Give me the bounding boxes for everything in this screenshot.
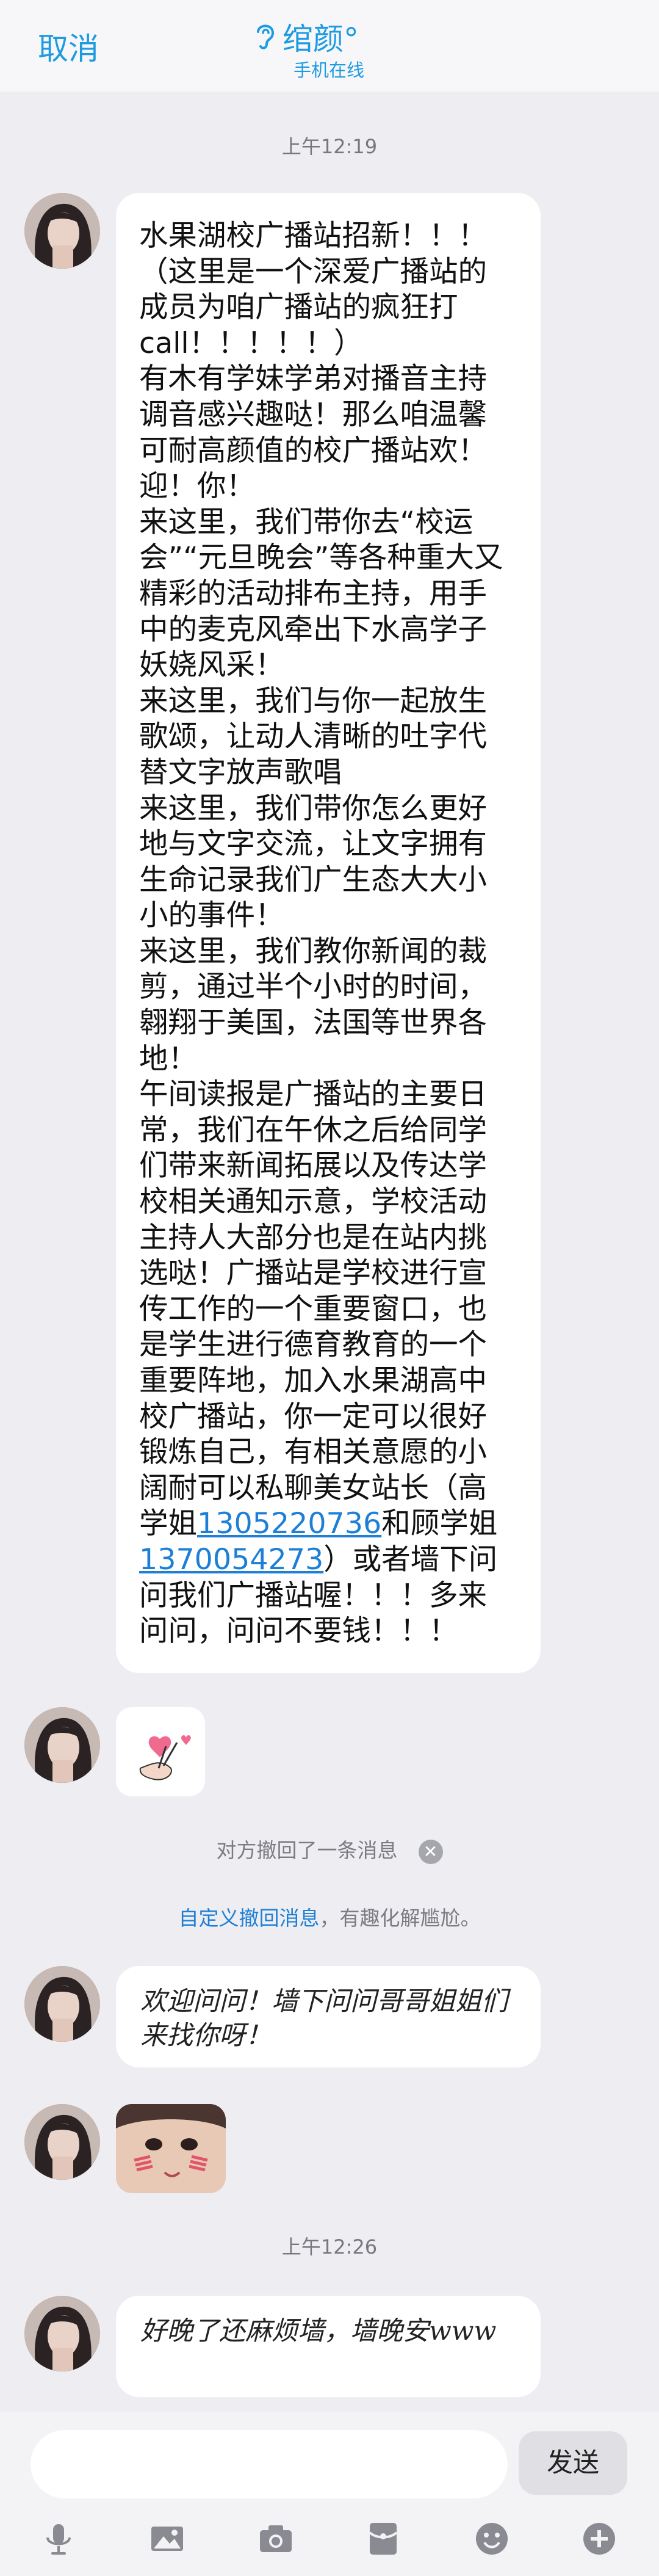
message-line: 来这里，我们与你一起放生 — [139, 684, 487, 718]
message-bubble-recruitment[interactable]: 水果湖校广播站招新！！！ （这里是一个深爱广播站的 成员为咱广播站的疯狂打 ca… — [116, 193, 541, 1673]
avatar[interactable] — [24, 2296, 100, 2371]
contact-status: 手机在线 — [293, 60, 365, 81]
avatar[interactable] — [24, 2104, 100, 2180]
message-line: （这里是一个深爱广播站的 — [139, 255, 487, 289]
message-line: 是学生进行德育教育的一个 — [139, 1328, 487, 1362]
contact-name: 绾颜° — [283, 21, 359, 57]
message-bubble-late[interactable]: 好晚了还麻烦墙，墙晚安www — [116, 2296, 541, 2397]
close-icon[interactable]: ✕ — [418, 1839, 443, 1864]
message-line: 来这里，我们带你去“校运 — [139, 505, 474, 539]
message-line: 小的事件！ — [139, 899, 284, 933]
message-line: 调音感兴趣哒！那么咱温馨 — [139, 397, 487, 432]
custom-recall-link[interactable]: 自定义撤回消息 — [179, 1906, 320, 1930]
message-line: 来这里，我们教你新闻的裁 — [139, 934, 487, 968]
input-bar: 发送 — [0, 2412, 659, 2576]
message-line: 成员为咱广播站的疯狂打 — [139, 291, 458, 325]
mic-icon[interactable] — [40, 2520, 77, 2557]
message-line: 校相关通知示意，学校活动 — [139, 1185, 487, 1219]
avatar[interactable] — [24, 193, 100, 269]
message-line: 常，我们在午休之后给同学 — [139, 1113, 487, 1147]
avatar-portrait-icon — [24, 1707, 100, 1783]
message-input[interactable] — [31, 2430, 508, 2498]
message-text: 欢迎问问！墙下问问哥哥姐姐们来找你呀！ — [140, 1986, 508, 2051]
message-line: 主持人大部分也是在站内挑 — [139, 1221, 487, 1255]
phone-link-2[interactable]: 1370054273 — [139, 1543, 323, 1576]
message-text-middle: 和顾学姐 — [381, 1507, 498, 1541]
cancel-button[interactable]: 取消 — [38, 24, 99, 68]
message-tail-line-1: 问我们广播站喔！！！多来 — [139, 1578, 487, 1613]
message-line: 水果湖校广播站招新！！！ — [139, 219, 487, 253]
sticker-message[interactable]: ♥ — [116, 1707, 205, 1796]
message-line: 迎！你！ — [139, 470, 255, 504]
blushing-face-sticker-icon — [116, 2104, 226, 2193]
svg-text:♥: ♥ — [180, 1733, 192, 1749]
image-icon[interactable] — [149, 2520, 185, 2557]
message-line: 们带来新闻拓展以及传达学 — [139, 1149, 487, 1183]
timestamp: 上午12:19 — [281, 135, 378, 158]
chat-header: 取消 绾颜° 手机在线 — [0, 0, 659, 92]
message-line: 地与文字交流，让文字拥有 — [139, 827, 487, 862]
phone-link-1[interactable]: 1305220736 — [197, 1507, 381, 1540]
message-line: 精彩的活动排布主持，用手 — [139, 576, 487, 611]
message-line: 传工作的一个重要窗口，也 — [139, 1292, 487, 1326]
message-line: 生命记录我们广生态大大小 — [139, 863, 487, 897]
message-line: 中的麦克风牵出下水高学子 — [139, 612, 487, 647]
message-tail-line-2: 问问，问问不要钱！！！ — [139, 1614, 458, 1649]
message-line: 会”“元旦晚会”等各种重大又 — [139, 541, 503, 575]
message-line: call！！！！！） — [139, 326, 363, 360]
message-bubble-welcome[interactable]: 欢迎问问！墙下问问哥哥姐姐们来找你呀！ — [116, 1966, 541, 2067]
message-line: 可耐高颜值的校广播站欢！ — [139, 434, 487, 468]
message-line: 剪，通过半个小时的时间， — [139, 970, 487, 1004]
timestamp: 上午12:26 — [281, 2235, 378, 2259]
message-line: 重要阵地，加入水果湖高中 — [139, 1364, 487, 1398]
avatar-portrait-icon — [24, 2296, 100, 2371]
custom-recall-tip: 自定义撤回消息，有趣化解尴尬。 — [0, 1902, 659, 1931]
red-packet-icon[interactable] — [365, 2520, 402, 2557]
message-line: 翱翔于美国，法国等世界各 — [139, 1006, 487, 1040]
plus-icon[interactable] — [581, 2520, 618, 2557]
message-text-suffix: ）或者墙下问 — [323, 1542, 498, 1576]
image-message[interactable] — [116, 2104, 226, 2193]
message-text-prefix: 学姐 — [139, 1507, 197, 1541]
ear-icon — [257, 24, 275, 49]
message-line: 地！ — [139, 1042, 197, 1076]
message-line: 有木有学妹学弟对播音主持 — [139, 362, 487, 396]
message-line: 校广播站，你一定可以很好 — [139, 1399, 487, 1434]
recall-notice-text: 对方撤回了一条消息 — [216, 1838, 398, 1862]
avatar[interactable] — [24, 1707, 100, 1783]
message-line: 午间读报是广播站的主要日 — [139, 1078, 487, 1112]
avatar-portrait-icon — [24, 193, 100, 269]
custom-recall-rest: ，有趣化解尴尬。 — [319, 1906, 481, 1930]
message-text: 水果湖校广播站招新！！！ （这里是一个深爱广播站的 成员为咱广播站的疯狂打 ca… — [139, 219, 503, 1505]
message-line: 替文字放声歌唱 — [139, 755, 342, 789]
message-line: 来这里，我们带你怎么更好 — [139, 791, 487, 825]
message-line: 妖娆风采！ — [139, 648, 284, 683]
avatar-portrait-icon — [24, 2104, 100, 2180]
send-button[interactable]: 发送 — [519, 2431, 627, 2495]
message-line: 选哒！广播站是学校进行宣 — [139, 1257, 487, 1291]
recall-notice: 对方撤回了一条消息 ✕ — [0, 1834, 659, 1864]
finger-heart-sticker-icon: ♥ — [139, 1733, 192, 1780]
message-line: 歌颂，让动人清晰的吐字代 — [139, 720, 487, 754]
avatar[interactable] — [24, 1966, 100, 2042]
camera-icon[interactable] — [257, 2520, 294, 2557]
avatar-portrait-icon — [24, 1966, 100, 2042]
message-line: 阔耐可以私聊美女站长（高 — [139, 1471, 487, 1505]
message-text: 好晚了还麻烦墙，墙晚安www — [140, 2316, 497, 2346]
message-line: 锻炼自己，有相关意愿的小 — [139, 1435, 487, 1470]
emoji-icon[interactable] — [474, 2520, 510, 2557]
